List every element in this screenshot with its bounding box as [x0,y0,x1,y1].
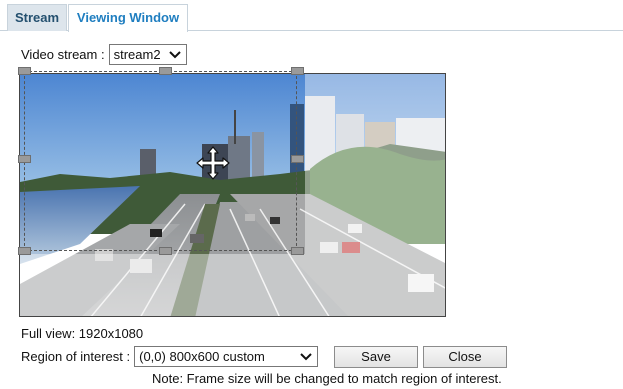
tab-stream[interactable]: Stream [7,4,67,31]
resize-handle-bottom-right[interactable] [291,247,304,255]
video-stream-row: Video stream : stream2 [21,44,187,65]
video-stream-select[interactable]: stream2 [108,44,187,65]
full-view-row: Full view: 1920x1080 [21,326,143,341]
close-button[interactable]: Close [423,346,507,368]
tab-bar: Stream Viewing Window [0,0,623,32]
resize-handle-bottom-left[interactable] [18,247,31,255]
chevron-down-icon [300,353,312,361]
video-stream-value: stream2 [113,47,161,62]
tab-viewing-window[interactable]: Viewing Window [68,4,188,32]
resize-handle-left[interactable] [18,155,31,163]
note-row: Note: Frame size will be changed to matc… [152,371,502,386]
roi-select[interactable]: (0,0) 800x600 custom [134,346,319,367]
video-stream-label: Video stream : [21,47,105,62]
resize-handle-right[interactable] [291,155,304,163]
roi-select-value: (0,0) 800x600 custom [139,349,265,364]
frame-size-note: Note: Frame size will be changed to matc… [152,371,502,386]
roi-row: Region of interest : (0,0) 800x600 custo… [21,346,319,367]
full-view-text: Full view: 1920x1080 [21,326,144,341]
roi-label: Region of interest : [21,349,131,364]
resize-handle-top-left[interactable] [18,67,31,75]
save-button[interactable]: Save [334,346,418,368]
resize-handle-top-right[interactable] [291,67,304,75]
resize-handle-top[interactable] [159,67,172,75]
move-arrows-icon[interactable] [196,146,230,180]
roi-frame[interactable] [24,71,297,251]
resize-handle-bottom[interactable] [159,247,172,255]
chevron-down-icon [168,51,181,59]
